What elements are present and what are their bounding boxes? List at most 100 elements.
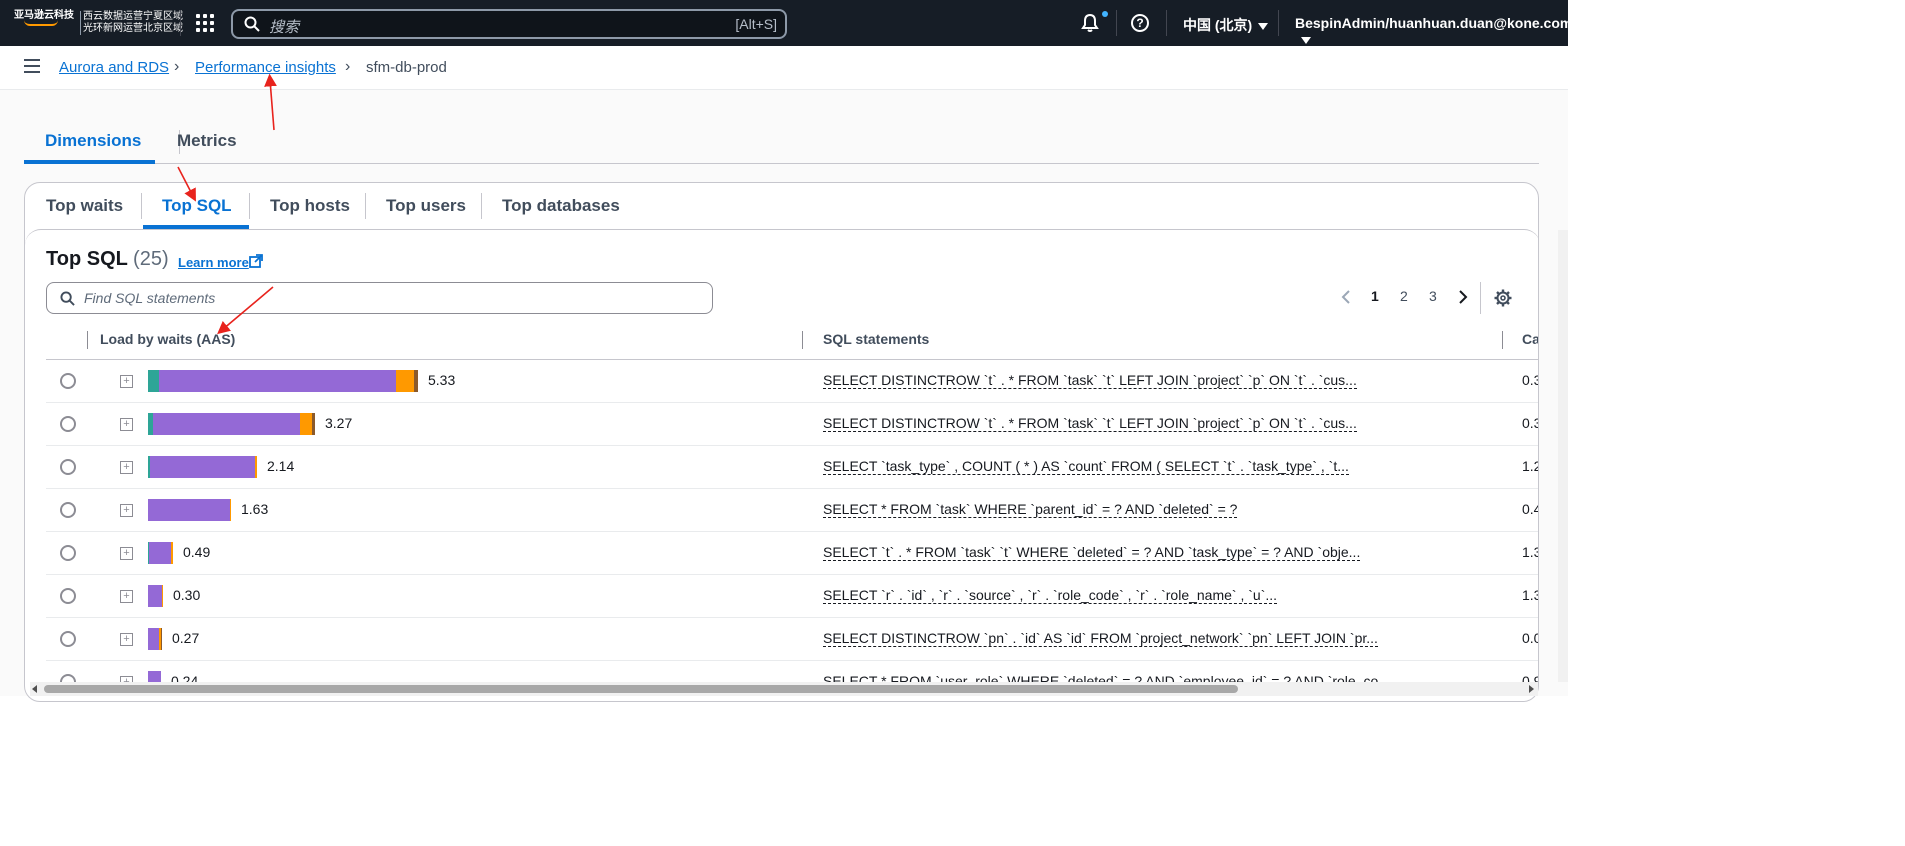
expand-row-icon[interactable]: + <box>120 504 133 517</box>
region-note-2: 光环新网运营北京区域 <box>83 23 183 34</box>
calls-value: 1.3 <box>1522 587 1538 603</box>
external-link-icon[interactable] <box>249 254 263 268</box>
search-placeholder: 搜索 <box>269 19 300 36</box>
breadcrumb-aurora-rds[interactable]: Aurora and RDS <box>59 59 169 76</box>
help-icon[interactable]: ? <box>1131 14 1149 32</box>
divider <box>1166 10 1167 36</box>
gear-icon[interactable] <box>1494 289 1512 307</box>
load-bar-segment-purple <box>149 542 171 564</box>
tab-top-waits[interactable]: Top waits <box>46 196 123 216</box>
breadcrumb-bar: Aurora and RDS › Performance insights › … <box>0 46 1568 90</box>
services-menu-icon[interactable] <box>196 14 214 32</box>
table-row[interactable]: +0.49 SELECT `t` . * FROM `task` `t` WHER… <box>46 532 1538 575</box>
table-row[interactable]: +0.27 SELECT DISTINCTROW `pn` . `id` AS `… <box>46 618 1538 661</box>
load-value: 1.63 <box>241 501 269 517</box>
expand-row-icon[interactable]: + <box>120 375 133 388</box>
column-header-load[interactable]: Load by waits (AAS) <box>100 331 235 347</box>
table-title: Top SQL (25) <box>46 248 169 271</box>
load-bar-segment-purple <box>148 499 230 521</box>
table-row[interactable]: +1.63 SELECT * FROM `task` WHERE `parent_… <box>46 489 1538 532</box>
breadcrumb-separator: › <box>345 58 351 75</box>
scrollbar-thumb[interactable] <box>44 685 1238 693</box>
sql-statement-link[interactable]: SELECT * FROM `task` WHERE `parent_id` =… <box>823 501 1238 518</box>
account-label: BespinAdmin/huanhuan.duan@kone.com <box>1295 15 1573 31</box>
table-row[interactable]: +2.14 SELECT `task_type` , COUNT ( * ) AS… <box>46 446 1538 489</box>
calls-value: 0.0 <box>1522 630 1538 646</box>
column-resizer[interactable] <box>802 331 803 349</box>
load-bar-segment-orange <box>255 456 257 478</box>
learn-more-link[interactable]: Learn more <box>178 255 249 270</box>
divider <box>180 10 181 36</box>
expand-row-icon[interactable]: + <box>120 461 133 474</box>
column-header-calls[interactable]: Ca <box>1522 331 1538 347</box>
tab-top-sql[interactable]: Top SQL <box>162 196 232 216</box>
tab-top-hosts[interactable]: Top hosts <box>270 196 350 216</box>
divider <box>1278 10 1279 36</box>
row-select-radio[interactable] <box>60 631 76 647</box>
scroll-right-arrow-icon[interactable] <box>1529 685 1534 693</box>
top-navigation-bar: 亚马逊云科技 西云数据运营宁夏区域 光环新网运营北京区域 搜索 [Alt+S] … <box>0 0 1572 46</box>
sql-statement-link[interactable]: SELECT `t` . * FROM `task` `t` WHERE `de… <box>823 544 1361 561</box>
region-note-1: 西云数据运营宁夏区域 <box>83 11 183 22</box>
expand-row-icon[interactable]: + <box>120 590 133 603</box>
table-row[interactable]: +0.30 SELECT `r` . `id` , `r` . `source` … <box>46 575 1538 618</box>
main-content: Dimensions Metrics Top waits Top SQL Top… <box>0 90 1568 702</box>
breadcrumb-separator: › <box>174 58 180 75</box>
tab-dimensions[interactable]: Dimensions <box>24 130 155 164</box>
global-search-input[interactable]: 搜索 [Alt+S] <box>231 9 787 39</box>
region-label: 中国 (北京) <box>1183 17 1253 33</box>
load-bar-segment-purple <box>150 456 255 478</box>
vertical-scrollbar[interactable] <box>1558 230 1568 682</box>
sql-statement-link[interactable]: SELECT DISTINCTROW `t` . * FROM `task` `… <box>823 415 1357 432</box>
region-selector[interactable]: 中国 (北京) <box>1183 15 1269 35</box>
divider <box>1116 10 1117 36</box>
tab-top-databases[interactable]: Top databases <box>502 196 620 216</box>
load-bar <box>148 542 173 564</box>
horizontal-scrollbar[interactable] <box>30 682 1538 696</box>
divider <box>1480 282 1481 314</box>
account-menu[interactable]: BespinAdmin/huanhuan.duan@kone.com <box>1295 15 1572 47</box>
table-count: (25) <box>133 248 169 270</box>
scroll-left-arrow-icon[interactable] <box>32 685 37 693</box>
column-resizer[interactable] <box>87 331 88 349</box>
tab-top-users[interactable]: Top users <box>386 196 466 216</box>
row-select-radio[interactable] <box>60 373 76 389</box>
notifications-bell-icon[interactable] <box>1080 13 1100 33</box>
table-row[interactable]: +3.27 SELECT DISTINCTROW `t` . * FROM `ta… <box>46 403 1538 446</box>
table-row[interactable]: +5.33 SELECT DISTINCTROW `t` . * FROM `ta… <box>46 360 1538 403</box>
chevron-left-icon[interactable] <box>1341 290 1351 304</box>
row-select-radio[interactable] <box>60 459 76 475</box>
chevron-right-icon[interactable] <box>1458 290 1468 304</box>
load-bar-segment-purple <box>148 585 162 607</box>
load-bar-segment-orange <box>162 585 163 607</box>
row-select-radio[interactable] <box>60 588 76 604</box>
sql-statement-link[interactable]: SELECT `r` . `id` , `r` . `source` , `r`… <box>823 587 1278 604</box>
logo-text: 亚马逊云科技 <box>14 10 74 21</box>
column-resizer[interactable] <box>1502 331 1503 349</box>
load-bar <box>148 499 231 521</box>
expand-row-icon[interactable]: + <box>120 547 133 560</box>
row-select-radio[interactable] <box>60 416 76 432</box>
sql-filter-input[interactable]: Find SQL statements <box>46 282 713 314</box>
page-2-button[interactable]: 2 <box>1400 288 1408 304</box>
page-3-button[interactable]: 3 <box>1429 288 1437 304</box>
hamburger-menu-icon[interactable] <box>24 59 40 73</box>
breadcrumb-performance-insights[interactable]: Performance insights <box>195 59 336 76</box>
tab-separator <box>141 193 142 219</box>
load-bar-segment-brown <box>414 370 418 392</box>
load-bar <box>148 628 162 650</box>
sql-statement-link[interactable]: SELECT DISTINCTROW `pn` . `id` AS `id` F… <box>823 630 1378 647</box>
load-bar-segment-purple <box>148 628 159 650</box>
expand-row-icon[interactable]: + <box>120 633 133 646</box>
aws-logo[interactable]: 亚马逊云科技 <box>14 10 82 26</box>
sql-statement-link[interactable]: SELECT `task_type` , COUNT ( * ) AS `cou… <box>823 458 1349 475</box>
row-select-radio[interactable] <box>60 502 76 518</box>
load-bar <box>148 456 257 478</box>
expand-row-icon[interactable]: + <box>120 418 133 431</box>
row-select-radio[interactable] <box>60 545 76 561</box>
column-header-sql[interactable]: SQL statements <box>823 331 929 347</box>
load-bar-segment-orange <box>396 370 414 392</box>
page-1-button[interactable]: 1 <box>1371 288 1379 304</box>
sql-statement-link[interactable]: SELECT DISTINCTROW `t` . * FROM `task` `… <box>823 372 1357 389</box>
tab-metrics[interactable]: Metrics <box>156 130 258 164</box>
